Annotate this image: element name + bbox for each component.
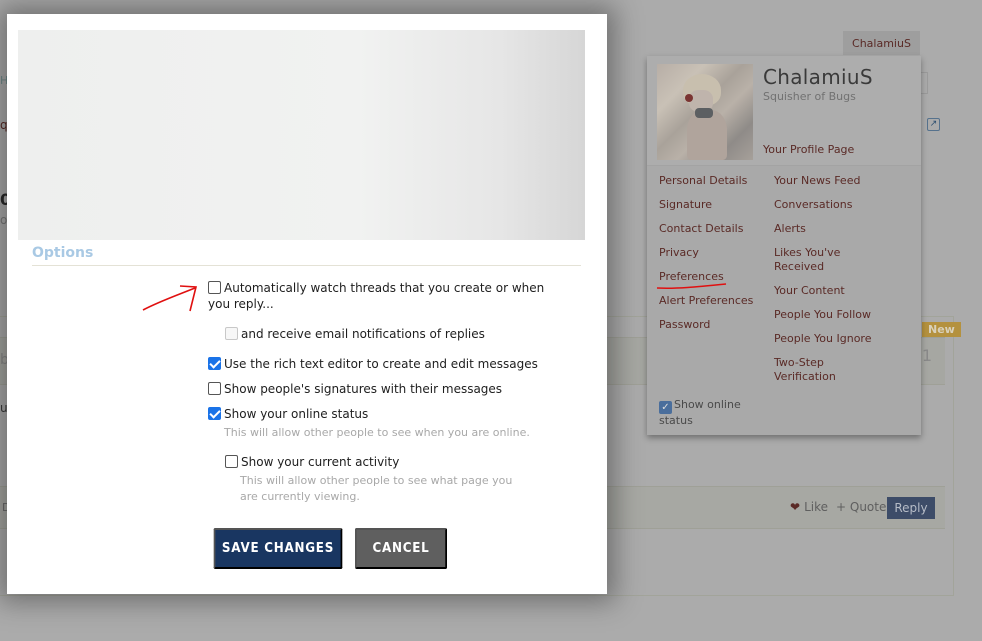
- user-menu-header: ChalamiuS Squisher of Bugs Your Profile …: [647, 56, 921, 166]
- option-show-signatures-label: Show people's signatures with their mess…: [224, 382, 503, 396]
- reply-label: Reply: [894, 501, 928, 515]
- option-show-online-status-label: Show your online status: [224, 407, 369, 421]
- external-link-icon[interactable]: ↗: [927, 118, 940, 131]
- reply-button[interactable]: Reply: [887, 497, 935, 519]
- profile-page-link[interactable]: Your Profile Page: [763, 143, 854, 156]
- online-status-hint: This will allow other people to see when…: [224, 426, 530, 439]
- menu-link-signature[interactable]: Signature: [659, 198, 753, 212]
- section-divider: [32, 265, 581, 266]
- checkbox-watch-threads[interactable]: [208, 281, 221, 294]
- section-title-options: Options: [32, 245, 94, 261]
- menu-link-your-content[interactable]: Your Content: [774, 284, 884, 298]
- menu-link-two-step-verification[interactable]: Two-Step Verification: [774, 356, 844, 384]
- menu-link-likes-received[interactable]: Likes You've Received: [774, 246, 844, 274]
- preferences-modal: Options Automatically watch threads that…: [7, 14, 607, 594]
- user-title: Squisher of Bugs: [763, 90, 856, 103]
- cancel-button[interactable]: CANCEL: [355, 528, 447, 569]
- menu-link-contact-details[interactable]: Contact Details: [659, 222, 753, 236]
- menu-link-news-feed[interactable]: Your News Feed: [774, 174, 884, 188]
- checkbox-email-notifications[interactable]: [225, 327, 238, 340]
- option-watch-threads[interactable]: Automatically watch threads that you cre…: [208, 280, 548, 312]
- menu-link-people-you-follow[interactable]: People You Follow: [774, 308, 884, 322]
- save-changes-button[interactable]: SAVE CHANGES: [213, 528, 343, 569]
- checkbox-show-activity[interactable]: [225, 455, 238, 468]
- like-button[interactable]: ❤ Like: [790, 500, 828, 514]
- option-show-activity-label: Show your current activity: [241, 455, 400, 469]
- checkbox-show-signatures[interactable]: [208, 382, 221, 395]
- user-popup-menu: ChalamiuS Squisher of Bugs Your Profile …: [647, 56, 921, 435]
- option-show-online-status[interactable]: Show your online status: [208, 406, 368, 422]
- menu-link-password[interactable]: Password: [659, 318, 753, 332]
- option-email-notifications-label: and receive email notifications of repli…: [241, 327, 485, 341]
- activity-hint: This will allow other people to see what…: [240, 474, 513, 503]
- option-show-signatures[interactable]: Show people's signatures with their mess…: [208, 381, 502, 397]
- menu-link-alerts[interactable]: Alerts: [774, 222, 884, 236]
- user-name[interactable]: ChalamiuS: [763, 65, 873, 89]
- option-rich-text-editor-label: Use the rich text editor to create and e…: [224, 357, 538, 371]
- heart-icon: ❤: [790, 500, 801, 514]
- new-badge: New: [922, 322, 961, 337]
- menu-link-privacy[interactable]: Privacy: [659, 246, 753, 260]
- checkbox-checked-icon[interactable]: ✓: [659, 401, 672, 414]
- account-links: Personal Details Signature Contact Detai…: [659, 174, 753, 342]
- red-underline-annotation: [656, 283, 727, 289]
- quote-button[interactable]: + Quote: [836, 500, 886, 514]
- activity-links: Your News Feed Conversations Alerts Like…: [774, 174, 884, 394]
- user-menu-tab-label: ChalamiuS: [852, 36, 911, 50]
- modal-banner-image: [18, 30, 585, 240]
- avatar[interactable]: [657, 64, 753, 160]
- red-arrow-annotation: [142, 285, 198, 312]
- like-label: Like: [804, 500, 828, 514]
- checkbox-show-online-status[interactable]: [208, 407, 221, 420]
- option-watch-threads-label: Automatically watch threads that you cre…: [208, 281, 545, 311]
- menu-link-people-you-ignore[interactable]: People You Ignore: [774, 332, 884, 346]
- show-online-status-toggle[interactable]: ✓ Show online status: [659, 398, 759, 428]
- option-rich-text-editor[interactable]: Use the rich text editor to create and e…: [208, 356, 538, 372]
- checkbox-rich-text-editor[interactable]: [208, 357, 221, 370]
- menu-link-alert-preferences[interactable]: Alert Preferences: [659, 294, 753, 308]
- menu-link-preferences[interactable]: Preferences: [659, 270, 753, 284]
- option-show-activity[interactable]: Show your current activity: [225, 454, 399, 470]
- option-email-notifications[interactable]: and receive email notifications of repli…: [225, 326, 485, 342]
- menu-link-personal-details[interactable]: Personal Details: [659, 174, 753, 188]
- menu-link-conversations[interactable]: Conversations: [774, 198, 884, 212]
- user-menu-tab[interactable]: ChalamiuS: [843, 31, 920, 55]
